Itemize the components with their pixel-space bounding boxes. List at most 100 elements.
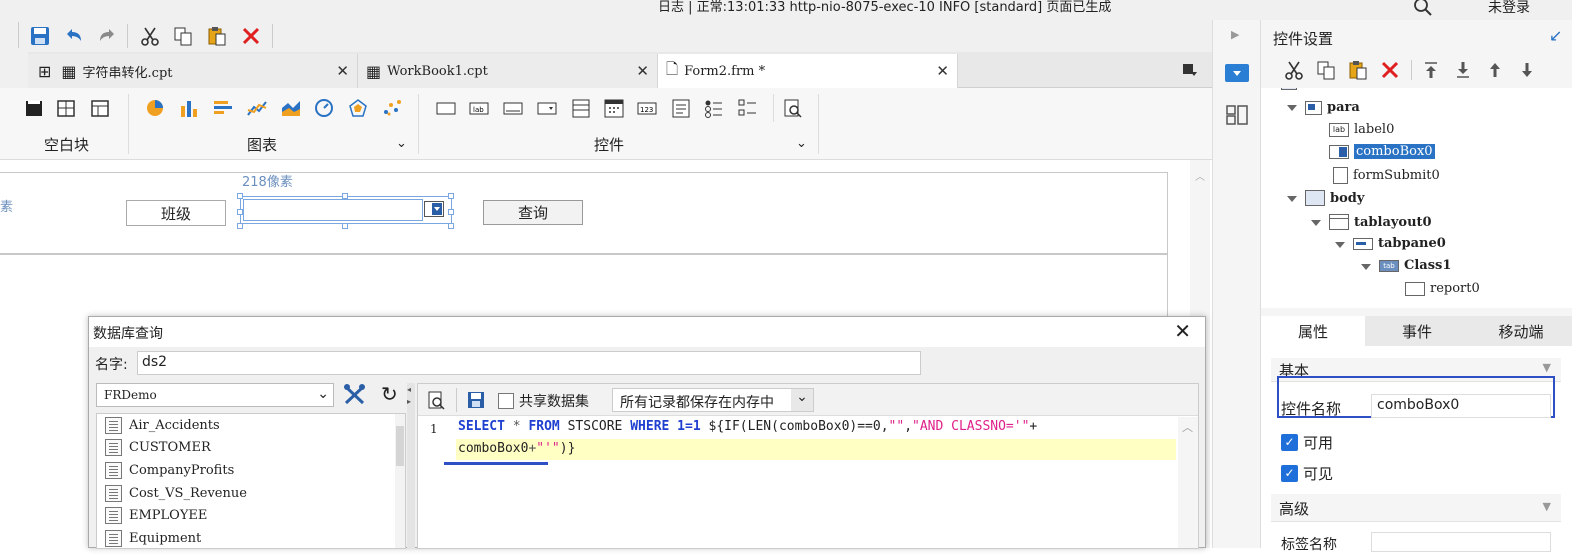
- share-dataset-checkbox[interactable]: 共享数据集: [498, 391, 589, 411]
- resize-handle[interactable]: [342, 223, 348, 229]
- list-item[interactable]: Air_Accidents: [105, 417, 220, 434]
- cut-icon[interactable]: [137, 23, 163, 49]
- pie-chart-icon[interactable]: [144, 98, 166, 118]
- label-widget-icon[interactable]: lab: [468, 98, 490, 118]
- collapse-arrow-icon[interactable]: ↙: [1549, 26, 1562, 45]
- close-icon[interactable]: ✕: [1174, 319, 1191, 343]
- search-icon[interactable]: [1412, 0, 1434, 18]
- connection-select[interactable]: FRDemo ⌄: [96, 383, 334, 407]
- scatter-chart-icon[interactable]: [381, 98, 403, 118]
- tree-expand-icon[interactable]: [1335, 242, 1345, 248]
- scroll-up-icon[interactable]: ︿: [1182, 419, 1193, 435]
- blank-block-icon[interactable]: [24, 98, 46, 118]
- widget-name-input[interactable]: comboBox0: [1371, 394, 1551, 418]
- move-bottom-icon[interactable]: [1453, 60, 1473, 84]
- radio-group-widget-icon[interactable]: [703, 98, 725, 118]
- tree-node-report0[interactable]: report0: [1405, 281, 1480, 296]
- chevron-down-icon[interactable]: ⌄: [791, 389, 813, 411]
- list-item[interactable]: EMPLOYEE: [105, 507, 207, 524]
- list-widget-icon[interactable]: [570, 98, 592, 118]
- widget-settings-icon[interactable]: [1225, 64, 1249, 82]
- splitter-arrow-icon[interactable]: ▸: [407, 397, 411, 406]
- save-dataset-icon[interactable]: [466, 390, 486, 414]
- combobox-dropdown-icon[interactable]: [424, 201, 444, 217]
- copy-icon[interactable]: [170, 23, 196, 49]
- tree-node-combobox0[interactable]: comboBox0: [1329, 144, 1435, 159]
- move-down-icon[interactable]: [1517, 60, 1537, 84]
- preview-icon[interactable]: [426, 390, 446, 414]
- tab-layout-icon[interactable]: [90, 98, 112, 118]
- chevron-down-icon[interactable]: ⌄: [317, 386, 329, 402]
- radar-chart-icon[interactable]: [347, 98, 369, 118]
- tree-node-para[interactable]: para: [1305, 100, 1360, 115]
- splitter-arrow-icon[interactable]: ◂: [407, 385, 411, 394]
- tab-file-2[interactable]: ▦ WorkBook1.cpt ✕: [358, 54, 658, 88]
- tab-file-3[interactable]: 🗋 Form2.frm * ✕: [658, 54, 958, 89]
- tree-node-class1[interactable]: tab Class1: [1379, 258, 1451, 273]
- close-icon[interactable]: ✕: [336, 62, 349, 80]
- resize-handle[interactable]: [448, 223, 454, 229]
- horizontal-bar-chart-icon[interactable]: [212, 98, 234, 118]
- chevron-down-icon[interactable]: ▼: [1543, 361, 1551, 374]
- list-scrollbar[interactable]: [395, 414, 405, 548]
- redo-icon[interactable]: [94, 23, 120, 49]
- enabled-checkbox[interactable]: ✓ 可用: [1281, 432, 1333, 453]
- tree-expand-icon[interactable]: [1311, 220, 1321, 226]
- resize-handle[interactable]: [448, 193, 454, 199]
- chevron-down-icon[interactable]: ▼: [1543, 500, 1551, 513]
- close-icon[interactable]: ✕: [636, 62, 649, 80]
- resize-handle[interactable]: [237, 223, 243, 229]
- textarea-widget-icon[interactable]: [670, 98, 692, 118]
- table-list[interactable]: Air_Accidents CUSTOMER CompanyProfits Co…: [96, 413, 406, 549]
- text-widget-icon[interactable]: [502, 98, 524, 118]
- combobox-input[interactable]: [243, 199, 423, 221]
- move-up-icon[interactable]: [1485, 60, 1505, 84]
- tab-events[interactable]: 事件: [1365, 316, 1469, 346]
- checkbox-group-widget-icon[interactable]: [737, 98, 759, 118]
- move-top-icon[interactable]: [1421, 60, 1441, 84]
- list-item[interactable]: Cost_VS_Revenue: [105, 485, 247, 502]
- tab-list-icon[interactable]: [1180, 60, 1200, 80]
- absolute-layout-icon[interactable]: [56, 98, 78, 118]
- connection-settings-icon[interactable]: [341, 383, 369, 407]
- scroll-up-icon[interactable]: ︿: [1195, 168, 1205, 183]
- component-library-icon[interactable]: [1225, 104, 1249, 126]
- widget-tree[interactable]: para lab label0 comboBox0 formSubmit0 bo…: [1261, 88, 1572, 308]
- label-class[interactable]: 班级: [126, 200, 226, 226]
- save-icon[interactable]: [27, 23, 53, 49]
- copy-icon[interactable]: [1315, 59, 1337, 85]
- tree-expand-icon[interactable]: [1287, 196, 1297, 202]
- dataset-name-input[interactable]: ds2: [137, 351, 921, 375]
- resize-handle[interactable]: [237, 193, 243, 199]
- visible-checkbox[interactable]: ✓ 可见: [1281, 463, 1333, 484]
- paste-icon[interactable]: [1347, 59, 1369, 85]
- sql-editor[interactable]: SELECT * FROM STSCORE WHERE 1=1 ${IF(LEN…: [444, 417, 1176, 548]
- refresh-icon[interactable]: ↻: [381, 383, 405, 407]
- tree-expand-icon[interactable]: [1287, 105, 1297, 111]
- chevron-down-icon[interactable]: ⌄: [396, 136, 407, 151]
- login-status[interactable]: 未登录: [1488, 0, 1530, 16]
- area-chart-icon[interactable]: [280, 98, 302, 118]
- tab-properties[interactable]: 属性: [1261, 316, 1365, 346]
- list-item[interactable]: CompanyProfits: [105, 462, 234, 479]
- tag-name-input[interactable]: [1371, 532, 1551, 552]
- bar-chart-icon[interactable]: [178, 98, 200, 118]
- query-button[interactable]: 查询: [483, 200, 583, 225]
- resize-handle[interactable]: [237, 209, 243, 215]
- paste-icon[interactable]: [204, 23, 230, 49]
- resize-handle[interactable]: [342, 193, 348, 199]
- tree-node-body[interactable]: body: [1305, 190, 1364, 206]
- cut-icon[interactable]: [1283, 59, 1305, 85]
- gauge-chart-icon[interactable]: [313, 98, 335, 118]
- undo-icon[interactable]: [61, 23, 87, 49]
- dialog-titlebar[interactable]: 数据库查询 ✕: [89, 317, 1205, 347]
- expand-arrow-icon[interactable]: ▶: [1231, 28, 1239, 41]
- tree-node-tablayout0[interactable]: tablayout0: [1329, 214, 1432, 230]
- cache-select[interactable]: 所有记录都保存在内存中 ⌄: [612, 388, 814, 412]
- tab-file-1[interactable]: ⊞ ▦ 字符串转化.cpt ✕: [28, 54, 358, 88]
- delete-icon[interactable]: [1379, 59, 1401, 85]
- query-button-widget-icon[interactable]: [782, 98, 804, 118]
- tree-expand-icon[interactable]: [1361, 264, 1371, 270]
- number-widget-icon[interactable]: 123: [636, 98, 658, 118]
- button-widget-icon[interactable]: [435, 98, 457, 118]
